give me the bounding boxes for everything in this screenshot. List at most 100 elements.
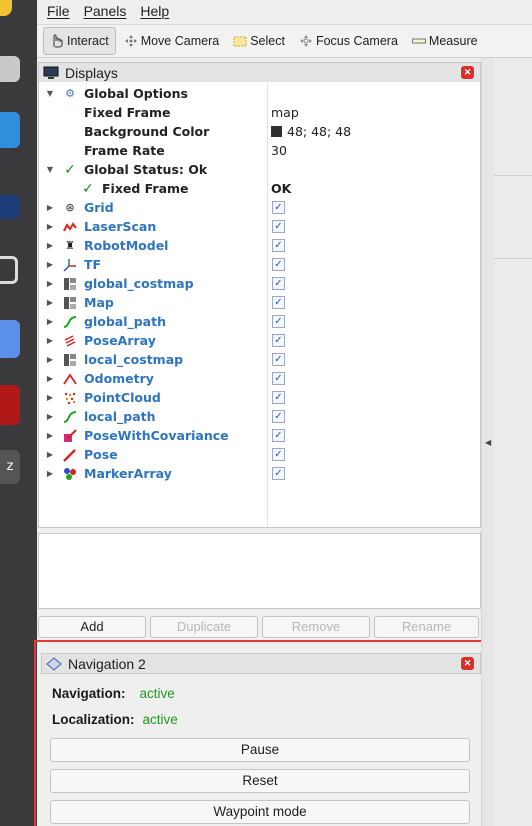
collapse-arrow-icon[interactable]: ▶ [45, 450, 55, 459]
visibility-checkbox[interactable]: ✓ [272, 429, 285, 442]
rename-button[interactable]: Rename [374, 616, 479, 638]
visibility-checkbox[interactable]: ✓ [272, 391, 285, 404]
tree-row-frame-rate[interactable]: Frame Rate 30 [39, 141, 479, 160]
tool-bar: Interact Move Camera Select Focus Camera… [37, 24, 532, 58]
displays-panel-header: Displays ✕ [38, 62, 481, 83]
collapse-arrow-icon[interactable]: ▶ [45, 374, 55, 383]
menu-panels[interactable]: Panels [84, 3, 127, 19]
collapse-arrow-icon[interactable]: ▶ [45, 355, 55, 364]
collapse-arrow-icon[interactable]: ▶ [45, 203, 55, 212]
navigation-status-label: Navigation: [52, 686, 126, 701]
select-tool-button[interactable]: Select [227, 27, 291, 55]
display-item-global-costmap[interactable]: ▶ global_costmap ✓ [39, 274, 479, 293]
display-item-tf[interactable]: ▶ TF ✓ [39, 255, 479, 274]
move-camera-tool-button[interactable]: Move Camera [118, 27, 226, 55]
launcher-app-icon[interactable] [0, 0, 12, 16]
visibility-checkbox[interactable]: ✓ [272, 448, 285, 461]
display-item-pose-with-covariance[interactable]: ▶ PoseWithCovariance ✓ [39, 426, 479, 445]
collapse-arrow-icon[interactable]: ▶ [45, 393, 55, 402]
background-color-value[interactable]: 48; 48; 48 [271, 124, 351, 139]
measure-tool-button[interactable]: Measure [406, 27, 484, 55]
display-item-laserscan[interactable]: ▶ LaserScan ✓ [39, 217, 479, 236]
tree-row-global-status[interactable]: ▼ ✓ Global Status: Ok [39, 160, 479, 179]
expand-arrow-icon[interactable]: ▼ [45, 165, 55, 174]
menu-file[interactable]: File [47, 3, 70, 19]
global-options-label: Global Options [84, 86, 188, 101]
display-item-pose[interactable]: ▶ Pose ✓ [39, 445, 479, 464]
add-button[interactable]: Add [38, 616, 146, 638]
duplicate-button[interactable]: Duplicate [150, 616, 258, 638]
collapse-arrow-icon[interactable]: ▶ [45, 469, 55, 478]
fixed-frame-value[interactable]: map [271, 105, 299, 120]
display-item-global-path[interactable]: ▶ global_path ✓ [39, 312, 479, 331]
collapse-arrow-icon[interactable]: ▶ [45, 298, 55, 307]
interact-tool-label: Interact [67, 34, 109, 48]
display-item-label: LaserScan [84, 219, 157, 234]
visibility-checkbox[interactable]: ✓ [272, 201, 285, 214]
visibility-checkbox[interactable]: ✓ [272, 410, 285, 423]
interact-tool-button[interactable]: Interact [43, 27, 116, 55]
path-icon [63, 315, 77, 328]
launcher-app-icon[interactable] [0, 112, 20, 148]
background-color-label: Background Color [84, 124, 210, 139]
tree-row-global-options[interactable]: ▼ ⚙ Global Options [39, 84, 479, 103]
tree-row-status-fixed-frame[interactable]: ✓ Fixed Frame OK [39, 179, 479, 198]
launcher-app-icon[interactable]: z [0, 450, 20, 484]
visibility-checkbox[interactable]: ✓ [272, 258, 285, 271]
localization-status-value: active [142, 712, 178, 727]
menu-help[interactable]: Help [140, 3, 169, 19]
visibility-checkbox[interactable]: ✓ [272, 220, 285, 233]
gear-icon: ⚙ [65, 87, 75, 100]
collapse-arrow-icon[interactable]: ▶ [45, 412, 55, 421]
launcher-app-icon[interactable] [0, 195, 20, 219]
display-item-posearray[interactable]: ▶ PoseArray ✓ [39, 331, 479, 350]
displays-tree: ▼ ⚙ Global Options Fixed Frame map Backg… [38, 82, 481, 528]
navigation-panel-highlight: Navigation 2 ✕ Navigation: active Localiz… [34, 640, 505, 826]
tree-row-background-color[interactable]: Background Color 48; 48; 48 [39, 122, 479, 141]
pointcloud-icon [64, 392, 76, 404]
close-icon[interactable]: ✕ [461, 66, 474, 79]
display-item-local-costmap[interactable]: ▶ local_costmap ✓ [39, 350, 479, 369]
expand-arrow-icon[interactable]: ▼ [45, 89, 55, 98]
remove-button[interactable]: Remove [262, 616, 370, 638]
collapse-arrow-icon[interactable]: ▶ [45, 336, 55, 345]
visibility-checkbox[interactable]: ✓ [272, 315, 285, 328]
launcher-app-icon[interactable] [0, 56, 20, 82]
launcher-app-icon[interactable] [0, 256, 18, 284]
waypoint-mode-button[interactable]: Waypoint mode [50, 800, 470, 824]
launcher-app-icon[interactable] [0, 320, 20, 358]
display-item-pointcloud[interactable]: ▶ PointCloud ✓ [39, 388, 479, 407]
collapse-arrow-icon[interactable]: ▶ [45, 222, 55, 231]
display-item-map[interactable]: ▶ Map ✓ [39, 293, 479, 312]
tree-row-fixed-frame[interactable]: Fixed Frame map [39, 103, 479, 122]
frame-rate-value[interactable]: 30 [271, 143, 287, 158]
collapse-arrow-icon[interactable]: ▶ [45, 279, 55, 288]
collapse-left-icon[interactable]: ◀ [485, 438, 491, 447]
visibility-checkbox[interactable]: ✓ [272, 239, 285, 252]
visibility-checkbox[interactable]: ✓ [272, 353, 285, 366]
close-icon[interactable]: ✕ [461, 657, 474, 670]
collapse-arrow-icon[interactable]: ▶ [45, 241, 55, 250]
select-tool-label: Select [250, 34, 285, 48]
pause-button[interactable]: Pause [50, 738, 470, 762]
display-item-label: local_path [84, 409, 156, 424]
collapse-arrow-icon[interactable]: ▶ [45, 431, 55, 440]
checkmark-icon: ✓ [64, 161, 76, 178]
collapse-arrow-icon[interactable]: ▶ [45, 260, 55, 269]
visibility-checkbox[interactable]: ✓ [272, 277, 285, 290]
visibility-checkbox[interactable]: ✓ [272, 296, 285, 309]
panel-splitter[interactable]: ◀ [481, 58, 494, 826]
display-item-robotmodel[interactable]: ▶ ♜ RobotModel ✓ [39, 236, 479, 255]
launcher-app-icon[interactable] [0, 385, 20, 425]
display-item-odometry[interactable]: ▶ Odometry ✓ [39, 369, 479, 388]
display-item-local-path[interactable]: ▶ local_path ✓ [39, 407, 479, 426]
reset-button[interactable]: Reset [50, 769, 470, 793]
focus-camera-tool-button[interactable]: Focus Camera [293, 27, 404, 55]
visibility-checkbox[interactable]: ✓ [272, 334, 285, 347]
display-item-markerarray[interactable]: ▶ MarkerArray ✓ [39, 464, 479, 483]
visibility-checkbox[interactable]: ✓ [272, 467, 285, 480]
visibility-checkbox[interactable]: ✓ [272, 372, 285, 385]
collapse-arrow-icon[interactable]: ▶ [45, 317, 55, 326]
display-item-label: MarkerArray [84, 466, 172, 481]
display-item-grid[interactable]: ▶ ⊛ Grid ✓ [39, 198, 479, 217]
